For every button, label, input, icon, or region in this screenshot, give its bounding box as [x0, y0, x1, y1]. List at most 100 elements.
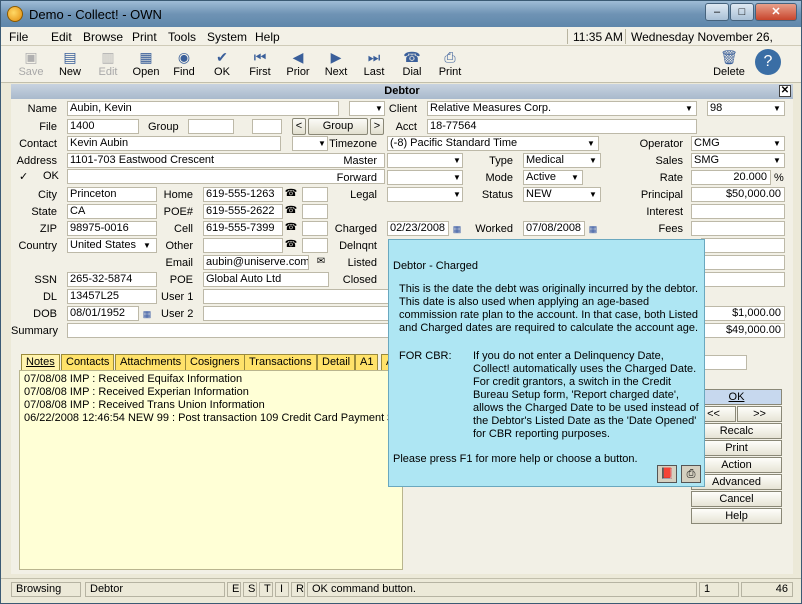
- menu-edit[interactable]: Edit: [51, 30, 72, 44]
- printer-icon[interactable]: ⎙: [681, 465, 701, 483]
- chevron-down-icon[interactable]: ▼: [771, 102, 783, 115]
- dial-button[interactable]: ☎ Dial: [394, 48, 430, 82]
- zip-field[interactable]: 98975-0016: [67, 221, 157, 236]
- paid-field[interactable]: $1,000.00: [701, 306, 785, 321]
- owing-field[interactable]: $49,000.00: [701, 323, 785, 338]
- phone-dial-icon[interactable]: ☎: [284, 239, 298, 251]
- other-phone-field[interactable]: [203, 238, 283, 253]
- acct-field[interactable]: 18-77564: [427, 119, 697, 134]
- group-field[interactable]: [188, 119, 234, 134]
- summary-field[interactable]: [67, 323, 389, 338]
- menu-tools[interactable]: Tools: [168, 30, 196, 44]
- delete-button[interactable]: 🗑 Delete: [711, 48, 747, 82]
- list-item[interactable]: 06/22/2008 12:46:54 NEW 99 : Post transa…: [24, 412, 399, 425]
- poe-field[interactable]: Global Auto Ltd: [203, 272, 329, 287]
- minimize-button[interactable]: –: [705, 3, 729, 21]
- phone-dial-icon[interactable]: ☎: [284, 222, 298, 234]
- phone-dial-icon[interactable]: ☎: [284, 188, 298, 200]
- chevron-down-icon[interactable]: ▼: [587, 188, 599, 201]
- email-send-icon[interactable]: ✉: [314, 256, 328, 268]
- poe-phone-field[interactable]: 619-555-2622: [203, 204, 283, 219]
- tab-contacts[interactable]: Contacts: [61, 354, 115, 370]
- chevron-down-icon[interactable]: ▼: [585, 137, 597, 150]
- menu-file[interactable]: File: [9, 30, 28, 44]
- menu-system[interactable]: System: [207, 30, 247, 44]
- chevron-down-icon[interactable]: ▼: [451, 154, 463, 167]
- file-field[interactable]: 1400: [67, 119, 139, 134]
- user2-field[interactable]: [203, 306, 389, 321]
- home-phone-field[interactable]: 619-555-1263: [203, 187, 283, 202]
- chevron-down-icon[interactable]: ▼: [587, 154, 599, 167]
- find-button[interactable]: ◉ Find: [166, 48, 202, 82]
- client-field[interactable]: Relative Measures Corp.: [427, 101, 697, 116]
- tab-a1[interactable]: A1: [355, 354, 379, 370]
- phone-dial-icon[interactable]: ☎: [284, 205, 298, 217]
- save-button[interactable]: ▣ Save: [13, 48, 49, 82]
- group-code-field[interactable]: [252, 119, 282, 134]
- notes-list[interactable]: 07/08/08 IMP : Received Equifax Informat…: [19, 370, 403, 570]
- help-button[interactable]: ?: [751, 48, 785, 82]
- print-button[interactable]: ⎙ Print: [432, 48, 468, 82]
- misc-field[interactable]: [701, 355, 747, 370]
- new-button[interactable]: ▤ New: [52, 48, 88, 82]
- interest-field[interactable]: [691, 204, 785, 219]
- fees-field[interactable]: [691, 221, 785, 236]
- timezone-field[interactable]: (-8) Pacific Standard Time: [387, 136, 599, 151]
- calendar-icon[interactable]: ▦: [451, 223, 463, 235]
- maximize-button[interactable]: □: [730, 3, 754, 21]
- cell-ext-field[interactable]: [302, 221, 328, 236]
- rate-field[interactable]: 20.000: [691, 170, 771, 185]
- prior-button[interactable]: ◀ Prior: [280, 48, 316, 82]
- poe-ext-field[interactable]: [302, 204, 328, 219]
- calendar-icon[interactable]: ▦: [587, 223, 599, 235]
- state-field[interactable]: CA: [67, 204, 157, 219]
- menu-browse[interactable]: Browse: [83, 30, 123, 44]
- chevron-down-icon[interactable]: ▼: [141, 239, 153, 252]
- chevron-down-icon[interactable]: ▼: [451, 188, 463, 201]
- list-item[interactable]: 07/08/08 IMP : Received Equifax Informat…: [24, 373, 398, 386]
- amount-field-1[interactable]: [701, 238, 785, 253]
- principal-field[interactable]: $50,000.00: [691, 187, 785, 202]
- help-book-icon[interactable]: 📕: [657, 465, 677, 483]
- menu-print[interactable]: Print: [132, 30, 157, 44]
- open-button[interactable]: ▦ Open: [128, 48, 164, 82]
- tab-transactions[interactable]: Transactions: [244, 354, 317, 370]
- form-close-button[interactable]: ✕: [779, 85, 791, 97]
- chevron-down-icon[interactable]: ▼: [569, 171, 581, 184]
- cell-phone-field[interactable]: 619-555-7399: [203, 221, 283, 236]
- calendar-icon[interactable]: ▦: [141, 308, 153, 320]
- close-button[interactable]: ✕: [755, 3, 797, 21]
- ok-checkbox[interactable]: ✓: [19, 170, 28, 183]
- dl-field[interactable]: 13457L25: [67, 289, 157, 304]
- city-field[interactable]: Princeton: [67, 187, 157, 202]
- menu-help[interactable]: Help: [255, 30, 280, 44]
- amount-field-2[interactable]: [701, 255, 785, 270]
- home-ext-field[interactable]: [302, 187, 328, 202]
- worked-field[interactable]: 07/08/2008: [523, 221, 585, 236]
- ok-toolbar-button[interactable]: ✔ OK: [204, 48, 240, 82]
- chevron-down-icon[interactable]: ▼: [771, 137, 783, 150]
- tab-attachments[interactable]: Attachments: [115, 354, 187, 370]
- other-ext-field[interactable]: [302, 238, 328, 253]
- dob-field[interactable]: 08/01/1952: [67, 306, 139, 321]
- chevron-down-icon[interactable]: ▼: [451, 171, 463, 184]
- next-record-button[interactable]: >>: [737, 406, 782, 422]
- list-item[interactable]: 07/08/08 IMP : Received Trans Union Info…: [24, 399, 398, 412]
- user1-field[interactable]: [203, 289, 389, 304]
- contact-field[interactable]: Kevin Aubin: [67, 136, 281, 151]
- ssn-field[interactable]: 265-32-5874: [67, 272, 157, 287]
- chevron-down-icon[interactable]: ▼: [771, 154, 783, 167]
- list-item[interactable]: 07/08/08 IMP : Received Experian Informa…: [24, 386, 398, 399]
- charged-field[interactable]: 02/23/2008: [387, 221, 449, 236]
- tab-cosigners[interactable]: Cosigners: [185, 354, 245, 370]
- tab-detail[interactable]: Detail: [317, 354, 356, 370]
- name-field[interactable]: Aubin, Kevin: [67, 101, 339, 116]
- email-field[interactable]: aubin@uniserve.com: [203, 255, 309, 270]
- tab-notes[interactable]: Notes: [21, 354, 60, 370]
- amount-field-3[interactable]: [701, 272, 785, 287]
- next-button[interactable]: ▶ Next: [318, 48, 354, 82]
- chevron-down-icon[interactable]: ▼: [316, 137, 328, 150]
- last-button[interactable]: ⏭ Last: [356, 48, 392, 82]
- help-side-button[interactable]: Help: [691, 508, 782, 524]
- cancel-button[interactable]: Cancel: [691, 491, 782, 507]
